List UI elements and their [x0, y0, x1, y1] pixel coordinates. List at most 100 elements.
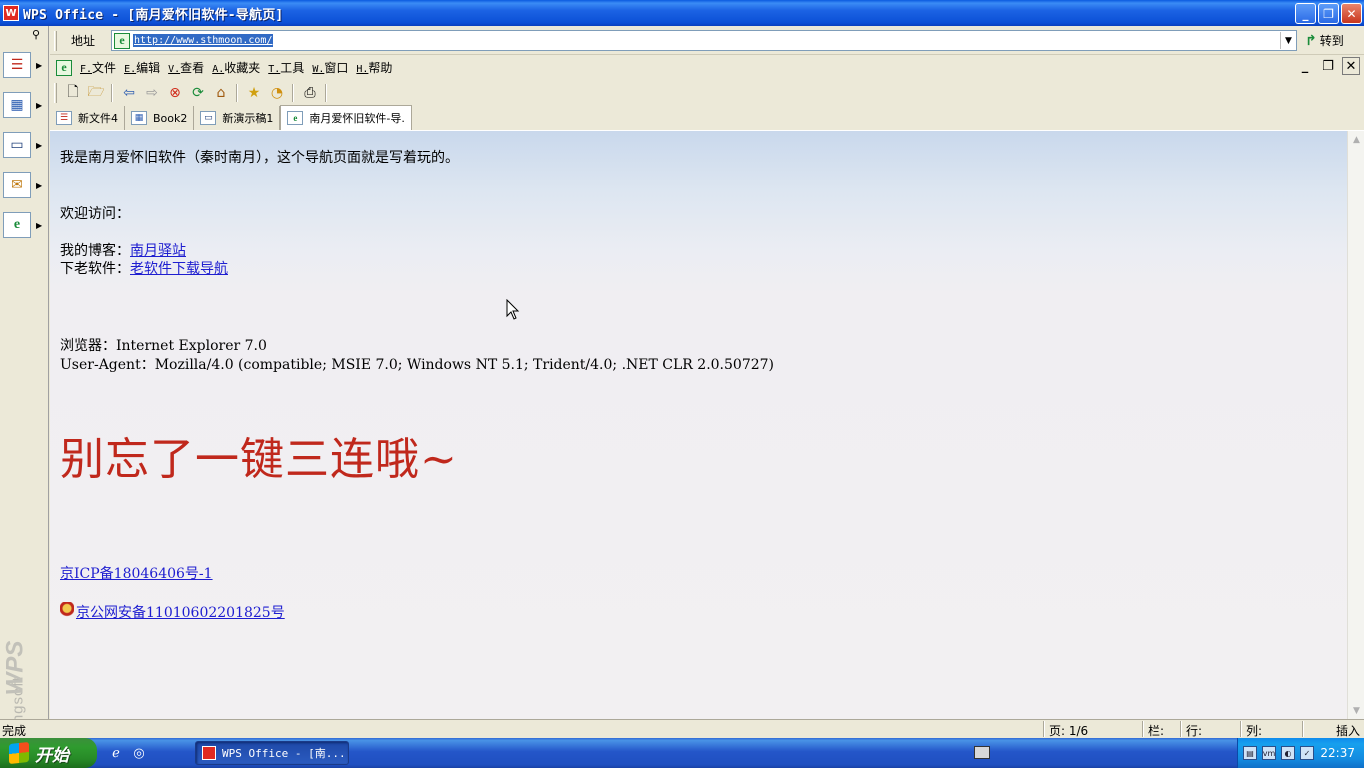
start-label: 开始: [35, 745, 69, 766]
menu-file[interactable]: F.文件: [80, 59, 116, 76]
expand-arrow-icon[interactable]: ▶: [36, 61, 42, 70]
browser-value: Internet Explorer 7.0: [116, 338, 267, 354]
ua-value: Mozilla/4.0 (compatible; MSIE 7.0; Windo…: [154, 357, 775, 373]
doc-restore-button[interactable]: ❐: [1319, 57, 1337, 75]
spreadsheet-icon: ▦: [131, 111, 147, 125]
expand-arrow-icon[interactable]: ▶: [36, 221, 42, 230]
minimize-button[interactable]: _: [1295, 3, 1316, 24]
insert-mode[interactable]: 插入: [1336, 722, 1360, 739]
browser-content[interactable]: 我是南月爱怀旧软件（秦时南月），这个导航页面就是写着玩的。 欢迎访问： 我的博客…: [50, 131, 1347, 719]
back-icon[interactable]: ⇦: [118, 82, 140, 104]
sidebar-item-presentation[interactable]: ▭ ▶: [3, 130, 47, 160]
toolbar-separator: [111, 83, 113, 102]
stop-icon[interactable]: ⊗: [164, 82, 186, 104]
new-doc-icon[interactable]: 🗋: [62, 82, 84, 104]
software-link[interactable]: 老软件下载导航: [130, 261, 228, 277]
menu-help[interactable]: H.帮助: [356, 59, 392, 76]
refresh-icon[interactable]: ⟳: [187, 82, 209, 104]
address-url[interactable]: http://www.sthmoon.com/: [133, 34, 274, 47]
row-indicator: 行:: [1186, 724, 1203, 738]
network-icon[interactable]: ▤: [1243, 746, 1257, 760]
police-badge-icon: [60, 602, 74, 618]
toolbar-grip[interactable]: [54, 82, 57, 103]
clock[interactable]: 22:37: [1320, 746, 1355, 760]
icp-line: 京ICP备18046406号-1: [60, 563, 213, 583]
ie-quicklaunch-icon[interactable]: ℯ: [108, 745, 124, 761]
menu-favorites[interactable]: A.收藏夹: [212, 59, 260, 76]
close-button[interactable]: ✕: [1341, 3, 1362, 24]
keyboard-icon[interactable]: [974, 746, 990, 759]
forward-icon[interactable]: ⇨: [141, 82, 163, 104]
writer-icon: ☰: [3, 52, 31, 78]
menu-window[interactable]: W.窗口: [312, 59, 348, 76]
user-agent-line: User-Agent：Mozilla/4.0 (compatible; MSIE…: [60, 354, 774, 374]
favorites-icon[interactable]: ★: [243, 82, 265, 104]
mail-icon: ✉: [3, 172, 31, 198]
history-icon[interactable]: ◔: [266, 82, 288, 104]
expand-arrow-icon[interactable]: ▶: [36, 141, 42, 150]
expand-arrow-icon[interactable]: ▶: [36, 181, 42, 190]
menu-tools[interactable]: T.工具: [268, 59, 304, 76]
welcome-text: 欢迎访问：: [60, 206, 130, 222]
software-label: 下老软件：: [60, 261, 130, 277]
spreadsheet-icon: ▦: [3, 92, 31, 118]
tab-presentation[interactable]: ▭ 新演示稿1: [194, 106, 281, 130]
menu-edit[interactable]: E.编辑: [124, 59, 160, 76]
address-bar: 地址 e http://www.sthmoon.com/ ▼ ↱ 转到: [50, 27, 1364, 55]
presentation-icon: ▭: [200, 111, 217, 125]
sidebar-item-browser[interactable]: e ▶: [3, 210, 47, 240]
status-separator: [1240, 721, 1242, 737]
page-indicator: 页: 1/6: [1049, 724, 1089, 738]
intro-text: 我是南月爱怀旧软件（秦时南月），这个导航页面就是写着玩的。: [60, 150, 459, 166]
security-icon[interactable]: ✓: [1300, 746, 1314, 760]
go-button[interactable]: ↱ 转到: [1305, 32, 1344, 49]
title-bar[interactable]: W WPS Office - [南月爱怀旧软件-导航页] _ ❐ ✕: [0, 0, 1364, 26]
taskbar-wps-button[interactable]: WPS Office - [南...: [195, 741, 349, 765]
sidebar-item-writer[interactable]: ☰ ▶: [3, 50, 47, 80]
tab-spreadsheet[interactable]: ▦ Book2: [125, 106, 195, 130]
tab-label: 新文件4: [78, 112, 118, 125]
tab-label: Book2: [153, 111, 188, 125]
toolbar-separator: [236, 83, 238, 102]
vm-icon[interactable]: vm: [1262, 746, 1276, 760]
toolbar-grip[interactable]: [54, 30, 57, 51]
menu-view[interactable]: V.查看: [168, 59, 204, 76]
doc-minimize-button[interactable]: _: [1296, 57, 1314, 75]
windows-taskbar: 开始 ℯ ◎ WPS Office - [南... ▤ vm ◐ ✓ 22:37: [0, 738, 1364, 768]
doc-close-button[interactable]: ✕: [1342, 57, 1360, 75]
scroll-up-icon[interactable]: ▲: [1348, 131, 1364, 148]
column-indicator: 栏:: [1148, 724, 1165, 738]
pin-icon[interactable]: ⚲: [32, 28, 40, 41]
scroll-down-icon[interactable]: ▼: [1348, 702, 1364, 719]
restore-button[interactable]: ❐: [1318, 3, 1339, 24]
police-line: 京公网安备11010602201825号: [60, 602, 285, 622]
start-button[interactable]: 开始: [0, 738, 97, 768]
status-separator: [1302, 721, 1304, 737]
print-icon[interactable]: ⎙: [299, 82, 321, 104]
address-input[interactable]: e http://www.sthmoon.com/ ▼: [111, 30, 1297, 51]
tab-label: 新演示稿1: [222, 112, 274, 125]
task-label: WPS Office - [南...: [222, 747, 346, 760]
address-dropdown-icon[interactable]: ▼: [1280, 32, 1296, 49]
volume-icon[interactable]: ◐: [1281, 746, 1295, 760]
window-title: WPS Office - [南月爱怀旧软件-导航页]: [23, 7, 284, 23]
document-icon[interactable]: e: [56, 59, 72, 76]
page-icon: e: [114, 32, 130, 49]
home-icon[interactable]: ⌂: [210, 82, 232, 104]
status-separator: [1043, 721, 1045, 737]
police-link[interactable]: 京公网安备11010602201825号: [76, 605, 285, 621]
expand-arrow-icon[interactable]: ▶: [36, 101, 42, 110]
browser-line: 浏览器：Internet Explorer 7.0: [60, 335, 267, 355]
icp-link[interactable]: 京ICP备18046406号-1: [60, 566, 213, 582]
open-folder-icon[interactable]: 🗁: [85, 82, 107, 104]
vertical-scrollbar[interactable]: ▲ ▼: [1347, 131, 1364, 719]
blog-link[interactable]: 南月驿站: [130, 243, 186, 259]
standard-toolbar: 🗋 🗁 ⇦ ⇨ ⊗ ⟳ ⌂ ★ ◔ ⎙: [50, 80, 1364, 105]
tab-browser[interactable]: e 南月爱怀旧软件-导.: [280, 105, 412, 130]
sidebar-item-mail[interactable]: ✉ ▶: [3, 170, 47, 200]
sidebar-item-spreadsheet[interactable]: ▦ ▶: [3, 90, 47, 120]
go-arrow-icon: ↱: [1305, 32, 1317, 49]
tab-writer-doc[interactable]: ☰ 新文件4: [50, 106, 125, 130]
browser-quicklaunch-icon[interactable]: ◎: [131, 745, 147, 761]
browser-icon: e: [287, 111, 304, 125]
